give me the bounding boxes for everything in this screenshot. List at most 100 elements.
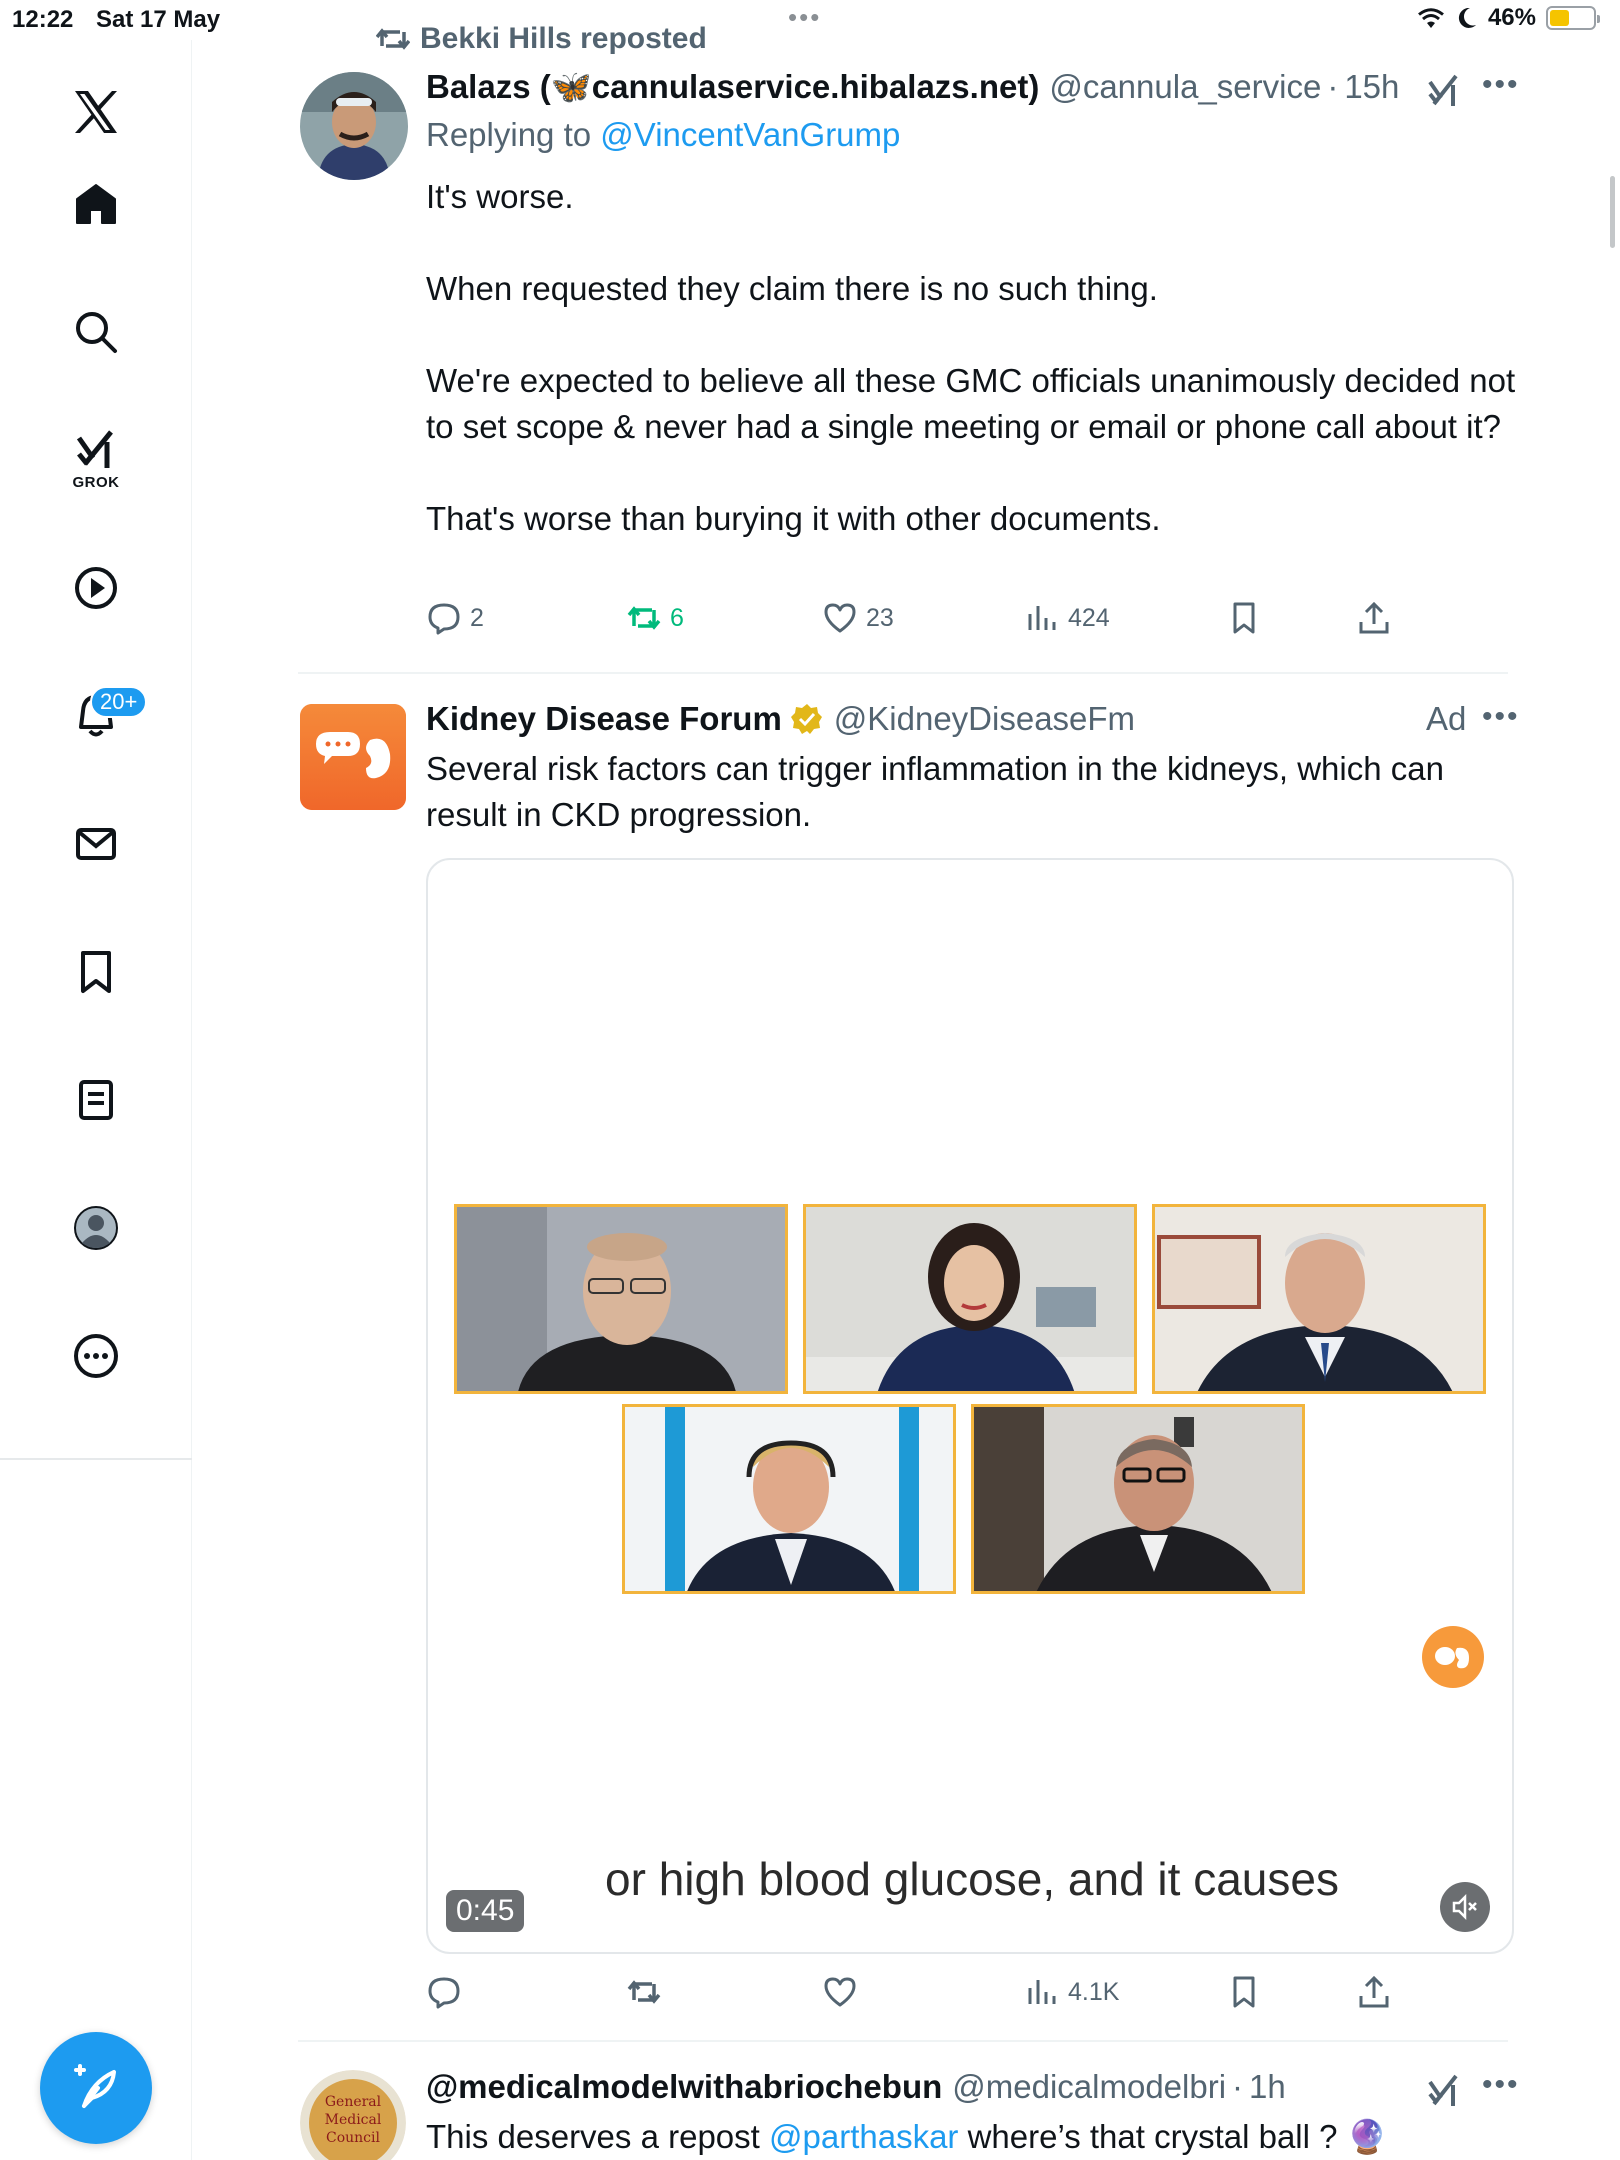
- views-icon: [1028, 606, 1056, 630]
- timeline-feed: Bekki Hills reposted Balazs (🦋cannulaser…: [192, 0, 1620, 2160]
- mention-link[interactable]: @parthaskar: [769, 2118, 958, 2155]
- bookmark-button[interactable]: [1226, 1974, 1262, 2010]
- repost-count: 6: [670, 603, 684, 632]
- status-time: 12:22: [12, 6, 74, 33]
- replying-prefix: Replying to: [426, 116, 592, 153]
- tweet-separator: [298, 672, 1508, 674]
- scrollbar[interactable]: [1610, 176, 1615, 248]
- bookmark-button[interactable]: [1226, 600, 1262, 636]
- grok-icon[interactable]: GROK: [56, 418, 136, 498]
- video-player[interactable]: or high blood glucose, and it causes 0:4…: [426, 858, 1514, 1954]
- bookmark-icon: [1233, 602, 1255, 634]
- search-icon[interactable]: [56, 292, 136, 372]
- home-icon[interactable]: [56, 164, 136, 244]
- tweet-actions: 4.1K: [426, 1974, 1426, 2024]
- share-button[interactable]: [1356, 600, 1392, 636]
- tweet-text-line: We're expected to believe all these GMC …: [426, 362, 1516, 445]
- tweet-header: @medicalmodelwithabriochebun @medicalmod…: [426, 2068, 1286, 2106]
- video-participant-frame: [454, 1204, 788, 1394]
- tweet-text-line: Several risk factors can trigger inflamm…: [426, 750, 1444, 833]
- compose-button[interactable]: [40, 2032, 152, 2144]
- video-caption: or high blood glucose, and it causes: [605, 1853, 1339, 1905]
- mute-icon[interactable]: [1440, 1882, 1490, 1932]
- avatar[interactable]: General Medical Council: [300, 2070, 406, 2160]
- tweet-text: Several risk factors can trigger inflamm…: [426, 746, 1516, 838]
- tweet-header: Kidney Disease Forum @KidneyDiseaseFm: [426, 700, 1135, 738]
- views-count: 424: [1068, 603, 1110, 632]
- author-name[interactable]: Kidney Disease Forum: [426, 700, 782, 738]
- views-icon: [1028, 1980, 1056, 2004]
- views-button[interactable]: 4.1K: [1024, 1974, 1119, 2010]
- tweet-text-suffix: where’s that crystal ball ? 🔮: [967, 2118, 1388, 2155]
- tweet-header: Balazs (🦋cannulaservice.hibalazs.net) @c…: [426, 68, 1399, 107]
- video-participant-frame: [1152, 1204, 1486, 1394]
- tweet-more-icon[interactable]: •••: [1482, 700, 1520, 734]
- compose-feather-icon: [74, 2064, 116, 2108]
- profile-icon[interactable]: [56, 1188, 136, 1268]
- video-participant-frame: [971, 1404, 1305, 1594]
- video-participant-frame: [622, 1404, 956, 1594]
- tweet-more-icon[interactable]: •••: [1482, 68, 1520, 102]
- x-logo-icon[interactable]: [56, 72, 136, 152]
- reply-icon: [428, 603, 460, 635]
- separator-dot: ·: [1327, 68, 1339, 105]
- videos-icon[interactable]: [56, 548, 136, 628]
- avatar[interactable]: [300, 72, 408, 180]
- author-handle[interactable]: @medicalmodelbri: [952, 2068, 1226, 2106]
- heart-icon: [824, 1977, 856, 2007]
- repost-indicator[interactable]: Bekki Hills reposted: [376, 22, 707, 56]
- tweet-text: This deserves a repost @parthaskar where…: [426, 2114, 1516, 2160]
- repost-icon: [627, 606, 661, 630]
- replying-to: Replying to @VincentVanGrump: [426, 116, 900, 154]
- tweet-actions: 2 6 23 424: [426, 600, 1426, 650]
- video-participant-frame: [803, 1204, 1137, 1394]
- separator-dot: ·: [1232, 2068, 1244, 2105]
- replying-mention-link[interactable]: @VincentVanGrump: [600, 116, 900, 153]
- share-icon: [1359, 601, 1389, 634]
- grok-label: GROK: [72, 474, 120, 491]
- share-icon: [1359, 1975, 1389, 2008]
- avatar[interactable]: [300, 704, 406, 810]
- tweet-text-line: That's worse than burying it with other …: [426, 500, 1161, 537]
- repost-button[interactable]: [626, 1974, 662, 2010]
- repost-button[interactable]: 6: [626, 600, 684, 636]
- avatar-text: Medical: [325, 2112, 382, 2128]
- verified-badge-icon: [790, 704, 822, 734]
- sidebar: GROK 20+: [0, 40, 192, 2160]
- lists-icon[interactable]: [56, 1060, 136, 1140]
- like-button[interactable]: 23: [822, 600, 894, 636]
- tweet-text-line: It's worse.: [426, 178, 574, 215]
- reply-button[interactable]: [426, 1974, 462, 2010]
- author-handle[interactable]: @cannula_service: [1049, 68, 1321, 106]
- brand-logo-icon: [1422, 1626, 1484, 1688]
- share-button[interactable]: [1356, 1974, 1392, 2010]
- tweet-time[interactable]: 15h: [1344, 68, 1399, 106]
- like-button[interactable]: [822, 1974, 858, 2010]
- more-menu-icon[interactable]: [56, 1316, 136, 1396]
- grok-explain-icon[interactable]: [1426, 72, 1462, 108]
- author-name[interactable]: @medicalmodelwithabriochebun: [426, 2068, 942, 2106]
- repost-icon: [627, 1980, 661, 2004]
- reply-button[interactable]: 2: [426, 600, 484, 636]
- bookmark-icon: [1233, 1976, 1255, 2008]
- repost-label: Bekki Hills reposted: [420, 22, 707, 55]
- reply-icon: [428, 1977, 460, 2009]
- messages-icon[interactable]: [56, 804, 136, 884]
- tweet-more-icon[interactable]: •••: [1482, 2068, 1520, 2102]
- video-duration: 0:45: [446, 1890, 525, 1932]
- notifications-badge: 20+: [90, 686, 148, 718]
- views-count: 4.1K: [1068, 1977, 1120, 2006]
- heart-icon: [824, 603, 856, 633]
- bookmarks-icon[interactable]: [56, 932, 136, 1012]
- reply-count: 2: [470, 603, 484, 632]
- tweet-time[interactable]: 1h: [1249, 2068, 1286, 2106]
- tweet-text: It's worse. When requested they claim th…: [426, 174, 1516, 542]
- avatar-text: Council: [326, 2130, 380, 2146]
- grok-explain-icon[interactable]: [1426, 2072, 1462, 2108]
- author-name[interactable]: Balazs (🦋cannulaservice.hibalazs.net): [426, 68, 1039, 107]
- repost-icon: [376, 28, 410, 50]
- avatar-text: General: [325, 2094, 382, 2110]
- views-button[interactable]: 424: [1024, 600, 1110, 636]
- author-handle[interactable]: @KidneyDiseaseFm: [834, 700, 1135, 738]
- like-count: 23: [866, 603, 894, 632]
